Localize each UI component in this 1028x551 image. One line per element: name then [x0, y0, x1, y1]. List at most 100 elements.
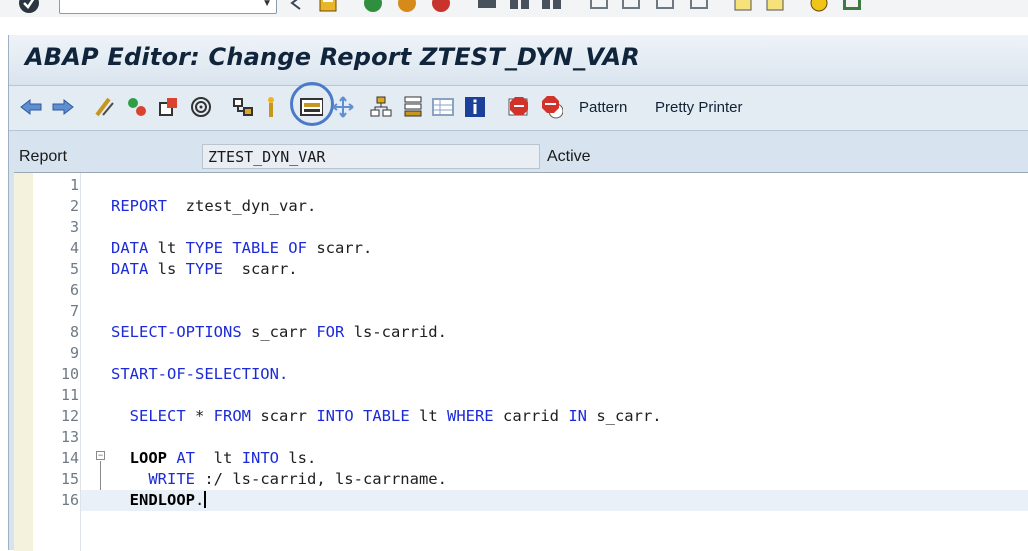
code-keyword: TYPE TABLE OF	[185, 239, 307, 257]
code-keyword: WRITE	[148, 470, 195, 488]
last-page-icon[interactable]	[688, 0, 710, 12]
application-toolbar: Pattern Pretty Printer	[9, 82, 1028, 131]
line-number: 4	[69, 239, 79, 257]
enter-icon[interactable]	[18, 0, 40, 13]
code-line[interactable]	[81, 301, 1028, 322]
code-line[interactable]: SELECT-OPTIONS s_carr FOR ls-carrid.	[81, 322, 1028, 343]
report-name-field: ZTEST_DYN_VAR	[202, 144, 540, 169]
code-line[interactable]: SELECT * FROM scarr INTO TABLE lt WHERE …	[81, 406, 1028, 427]
find-next-icon[interactable]	[540, 0, 564, 12]
code-text: ls	[148, 260, 186, 278]
line-number: 14	[60, 449, 79, 467]
prev-page-icon[interactable]	[620, 0, 642, 12]
code-keyword: DATA	[111, 239, 149, 257]
next-page-icon[interactable]	[654, 0, 676, 12]
find-icon[interactable]	[508, 0, 532, 12]
code-keyword: SELECT	[129, 407, 186, 425]
pattern-button[interactable]: Pattern	[579, 99, 627, 116]
forward-arrow-icon[interactable]	[51, 95, 75, 119]
title-bar: ABAP Editor: Change Report ZTEST_DYN_VAR	[9, 35, 1028, 83]
line-number: 6	[69, 281, 79, 299]
code-text: ztest_dyn_var.	[167, 197, 317, 215]
code-text: s_carr.	[586, 407, 662, 425]
code-keyword: INTO	[241, 449, 280, 467]
code-text: scarr.	[306, 239, 373, 257]
code-keyword: AT	[176, 449, 196, 467]
code-text: scarr	[251, 407, 317, 425]
display-change-icon[interactable]	[93, 95, 117, 119]
code-line[interactable]	[81, 343, 1028, 364]
first-page-icon[interactable]	[588, 0, 610, 12]
code-keyword: SELECT-OPTIONS	[111, 323, 242, 341]
code-keyword: FROM	[213, 407, 251, 425]
line-number: 8	[69, 323, 79, 341]
breakpoint-session-icon[interactable]	[507, 95, 531, 119]
system-toolbar: ▼	[0, 0, 1028, 17]
exit-icon[interactable]	[396, 0, 418, 12]
code-line[interactable]: LOOP AT lt INTO ls.	[81, 448, 1028, 469]
line-number: 9	[69, 344, 79, 362]
code-line-current[interactable]: ENDLOOP.	[81, 490, 1028, 511]
print-icon[interactable]	[476, 0, 498, 12]
code-line[interactable]	[81, 385, 1028, 406]
breakpoint-external-icon[interactable]	[539, 95, 563, 119]
code-text: carrid	[493, 407, 569, 425]
code-line[interactable]: WRITE :/ ls-carrid, ls-carrname.	[81, 469, 1028, 490]
new-session-icon[interactable]	[732, 0, 754, 12]
code-keyword: ENDLOOP	[129, 491, 195, 509]
code-text: ls-carrid.	[344, 323, 447, 341]
code-keyword: TYPE	[185, 260, 223, 278]
chevron-down-icon[interactable]: ▼	[262, 0, 272, 9]
back-green-icon[interactable]	[362, 0, 384, 12]
shortcut-icon[interactable]	[764, 0, 786, 12]
info-icon[interactable]	[463, 95, 487, 119]
line-number-gutter: 1 2 3 4 5 6 7 8 9 10 11 12 13 14 15 16	[14, 173, 81, 551]
line-number: 11	[60, 386, 79, 404]
code-line[interactable]: REPORT ztest_dyn_var.	[81, 196, 1028, 217]
pretty-printer-button[interactable]: Pretty Printer	[655, 99, 743, 116]
status-text: Active	[547, 148, 591, 165]
code-text: .	[195, 491, 205, 509]
code-text: ls.	[279, 449, 317, 467]
activate-icon[interactable]	[259, 95, 283, 119]
object-list-icon[interactable]	[369, 95, 393, 119]
text-cursor	[204, 491, 206, 508]
stack-icon[interactable]	[401, 95, 425, 119]
active-inactive-icon[interactable]	[125, 95, 149, 119]
code-line[interactable]: START-OF-SELECTION.	[81, 364, 1028, 385]
line-number: 10	[60, 365, 79, 383]
code-text: :/ ls-carrid, ls-carrname.	[195, 470, 447, 488]
code-line[interactable]: DATA ls TYPE scarr.	[81, 259, 1028, 280]
code-text: lt	[409, 407, 447, 425]
code-text: s_carr	[241, 323, 317, 341]
code-line[interactable]	[81, 175, 1028, 196]
where-used-icon[interactable]	[189, 95, 213, 119]
line-number: 1	[69, 176, 79, 194]
code-line[interactable]	[81, 427, 1028, 448]
cancel-icon[interactable]	[430, 0, 452, 12]
code-line[interactable]	[81, 217, 1028, 238]
code-keyword: INTO TABLE	[316, 407, 410, 425]
line-number: 15	[60, 470, 79, 488]
back-icon[interactable]	[288, 0, 304, 12]
other-object-icon[interactable]	[157, 95, 181, 119]
table-view-icon[interactable]	[431, 95, 455, 119]
code-line[interactable]	[81, 280, 1028, 301]
layout-icon[interactable]	[840, 0, 864, 12]
hierarchy-icon[interactable]	[231, 95, 255, 119]
back-arrow-icon[interactable]	[19, 95, 43, 119]
save-icon[interactable]	[318, 0, 338, 12]
code-text: lt	[148, 239, 186, 257]
code-keyword: IN	[568, 407, 587, 425]
code-editor[interactable]: 1 2 3 4 5 6 7 8 9 10 11 12 13 14 15 16 − REPORT ztest_d…	[14, 172, 1028, 551]
code-line[interactable]: DATA lt TYPE TABLE OF scarr.	[81, 238, 1028, 259]
line-number: 13	[60, 428, 79, 446]
help-icon[interactable]	[808, 0, 830, 12]
command-field[interactable]: ▼	[59, 0, 277, 14]
marker-strip	[14, 173, 33, 551]
line-number: 2	[69, 197, 79, 215]
move-cross-icon[interactable]	[331, 95, 355, 119]
